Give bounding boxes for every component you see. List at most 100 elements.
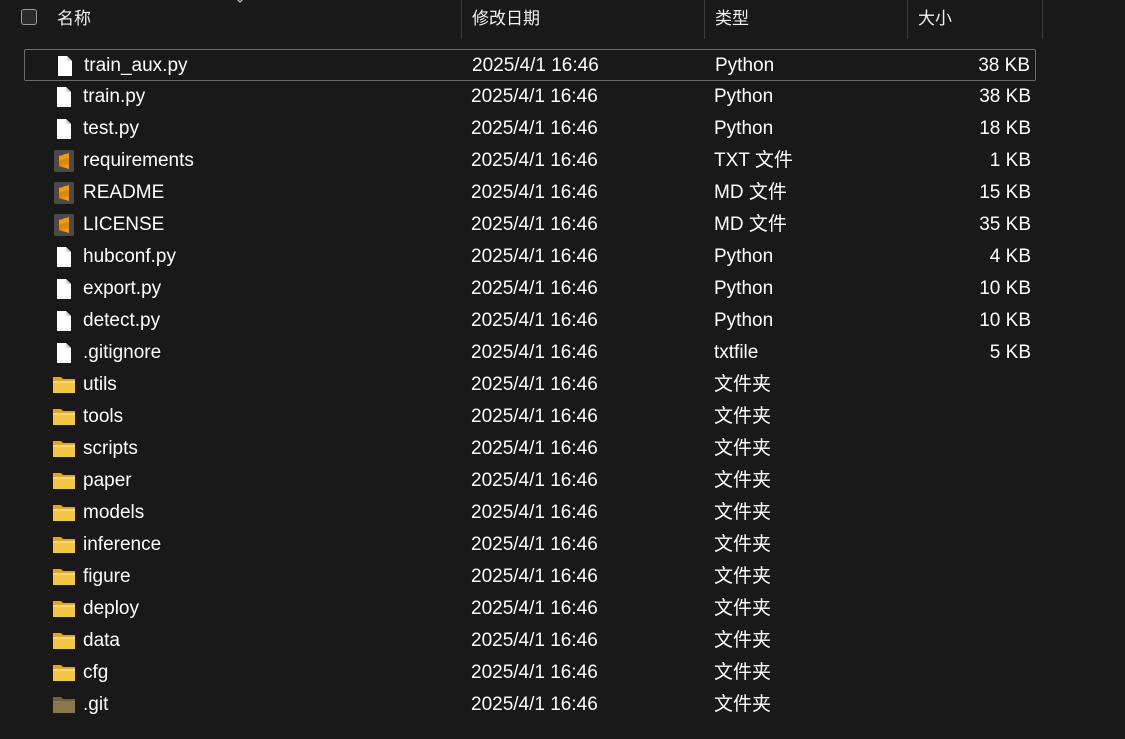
file-row[interactable]: detect.py 2025/4/1 16:46 Python 10 KB [24,305,1036,337]
file-size: 5 KB [989,342,1031,363]
file-type: Python [714,86,774,107]
file-row[interactable]: paper 2025/4/1 16:46 文件夹 [24,465,1036,497]
file-icon [58,56,72,76]
file-type: MD 文件 [714,182,787,203]
file-row[interactable]: .git 2025/4/1 16:46 文件夹 [24,689,1036,721]
file-row[interactable]: README 2025/4/1 16:46 MD 文件 15 KB [24,177,1036,209]
file-row[interactable]: scripts 2025/4/1 16:46 文件夹 [24,433,1036,465]
file-date-modified: 2025/4/1 16:46 [471,150,598,171]
file-type: 文件夹 [714,534,772,555]
file-size: 38 KB [979,86,1031,107]
file-name: deploy [83,598,139,619]
file-row[interactable]: inference 2025/4/1 16:46 文件夹 [24,529,1036,561]
file-type: 文件夹 [714,502,772,523]
file-type: 文件夹 [714,438,772,459]
file-row[interactable]: deploy 2025/4/1 16:46 文件夹 [24,593,1036,625]
file-date-modified: 2025/4/1 16:46 [471,246,598,267]
header-name[interactable]: 名称 [57,0,461,39]
file-date-modified: 2025/4/1 16:46 [471,566,598,587]
file-icon [57,119,71,139]
sublime-icon [54,150,74,172]
folder-icon [53,441,75,457]
file-type: TXT 文件 [714,150,793,171]
file-date-modified: 2025/4/1 16:46 [471,694,598,715]
header-size[interactable]: 大小 [907,0,1042,39]
file-type: 文件夹 [714,630,772,651]
file-name: cfg [83,662,109,683]
file-name: paper [83,470,132,491]
file-type: 文件夹 [714,374,772,395]
folder-icon [53,505,75,521]
file-row[interactable]: utils 2025/4/1 16:46 文件夹 [24,369,1036,401]
file-size: 35 KB [979,214,1031,235]
column-header: 名称 修改日期 类型 大小 [0,0,1043,39]
file-name: export.py [83,278,162,299]
file-row[interactable]: models 2025/4/1 16:46 文件夹 [24,497,1036,529]
file-type: Python [714,278,774,299]
file-date-modified: 2025/4/1 16:46 [471,438,598,459]
file-date-modified: 2025/4/1 16:46 [471,470,598,491]
file-type: txtfile [714,342,759,363]
file-name: utils [83,374,117,395]
file-row[interactable]: cfg 2025/4/1 16:46 文件夹 [24,657,1036,689]
file-name: train_aux.py [84,55,188,76]
file-type: Python [714,118,774,139]
file-name: train.py [83,86,146,107]
file-row[interactable]: hubconf.py 2025/4/1 16:46 Python 4 KB [24,241,1036,273]
file-date-modified: 2025/4/1 16:46 [471,310,598,331]
file-row[interactable]: .gitignore 2025/4/1 16:46 txtfile 5 KB [24,337,1036,369]
file-date-modified: 2025/4/1 16:46 [471,534,598,555]
file-row[interactable]: export.py 2025/4/1 16:46 Python 10 KB [24,273,1036,305]
file-date-modified: 2025/4/1 16:46 [471,118,598,139]
file-name: inference [83,534,162,555]
file-size: 18 KB [979,118,1031,139]
file-date-modified: 2025/4/1 16:46 [471,342,598,363]
file-icon [57,247,71,267]
file-icon [57,343,71,363]
file-name: data [83,630,120,651]
file-name: .gitignore [83,342,162,363]
file-type: Python [715,55,775,76]
folder-icon [53,537,75,553]
file-type: Python [714,310,774,331]
folder-hidden-icon [53,697,75,713]
file-row[interactable]: data 2025/4/1 16:46 文件夹 [24,625,1036,657]
file-date-modified: 2025/4/1 16:46 [471,406,598,427]
file-type: 文件夹 [714,598,772,619]
file-date-modified: 2025/4/1 16:46 [472,55,599,76]
file-row[interactable]: requirements 2025/4/1 16:46 TXT 文件 1 KB [24,145,1036,177]
file-row[interactable]: train.py 2025/4/1 16:46 Python 38 KB [24,81,1036,113]
file-name: .git [83,694,109,715]
file-date-modified: 2025/4/1 16:46 [471,374,598,395]
file-row[interactable]: train_aux.py 2025/4/1 16:46 Python 38 KB [24,49,1036,81]
file-name: test.py [83,118,139,139]
header-divider [1042,0,1043,39]
file-date-modified: 2025/4/1 16:46 [471,278,598,299]
header-date-modified[interactable]: 修改日期 [461,0,704,39]
sublime-icon [54,214,74,236]
file-date-modified: 2025/4/1 16:46 [471,662,598,683]
file-size: 4 KB [989,246,1031,267]
file-row[interactable]: test.py 2025/4/1 16:46 Python 18 KB [24,113,1036,145]
select-all-checkbox[interactable] [21,9,37,25]
header-type[interactable]: 类型 [704,0,907,39]
file-row[interactable]: figure 2025/4/1 16:46 文件夹 [24,561,1036,593]
file-name: models [83,502,145,523]
folder-icon [53,569,75,585]
folder-icon [53,473,75,489]
file-icon [57,311,71,331]
file-row[interactable]: tools 2025/4/1 16:46 文件夹 [24,401,1036,433]
file-type: 文件夹 [714,694,772,715]
folder-icon [53,377,75,393]
folder-icon [53,601,75,617]
file-name: README [83,182,165,203]
file-type: MD 文件 [714,214,787,235]
file-name: figure [83,566,131,587]
file-row[interactable]: LICENSE 2025/4/1 16:46 MD 文件 35 KB [24,209,1036,241]
file-name: requirements [83,150,194,171]
file-date-modified: 2025/4/1 16:46 [471,182,598,203]
file-date-modified: 2025/4/1 16:46 [471,598,598,619]
file-date-modified: 2025/4/1 16:46 [471,86,598,107]
file-type: Python [714,246,774,267]
file-name: detect.py [83,310,161,331]
